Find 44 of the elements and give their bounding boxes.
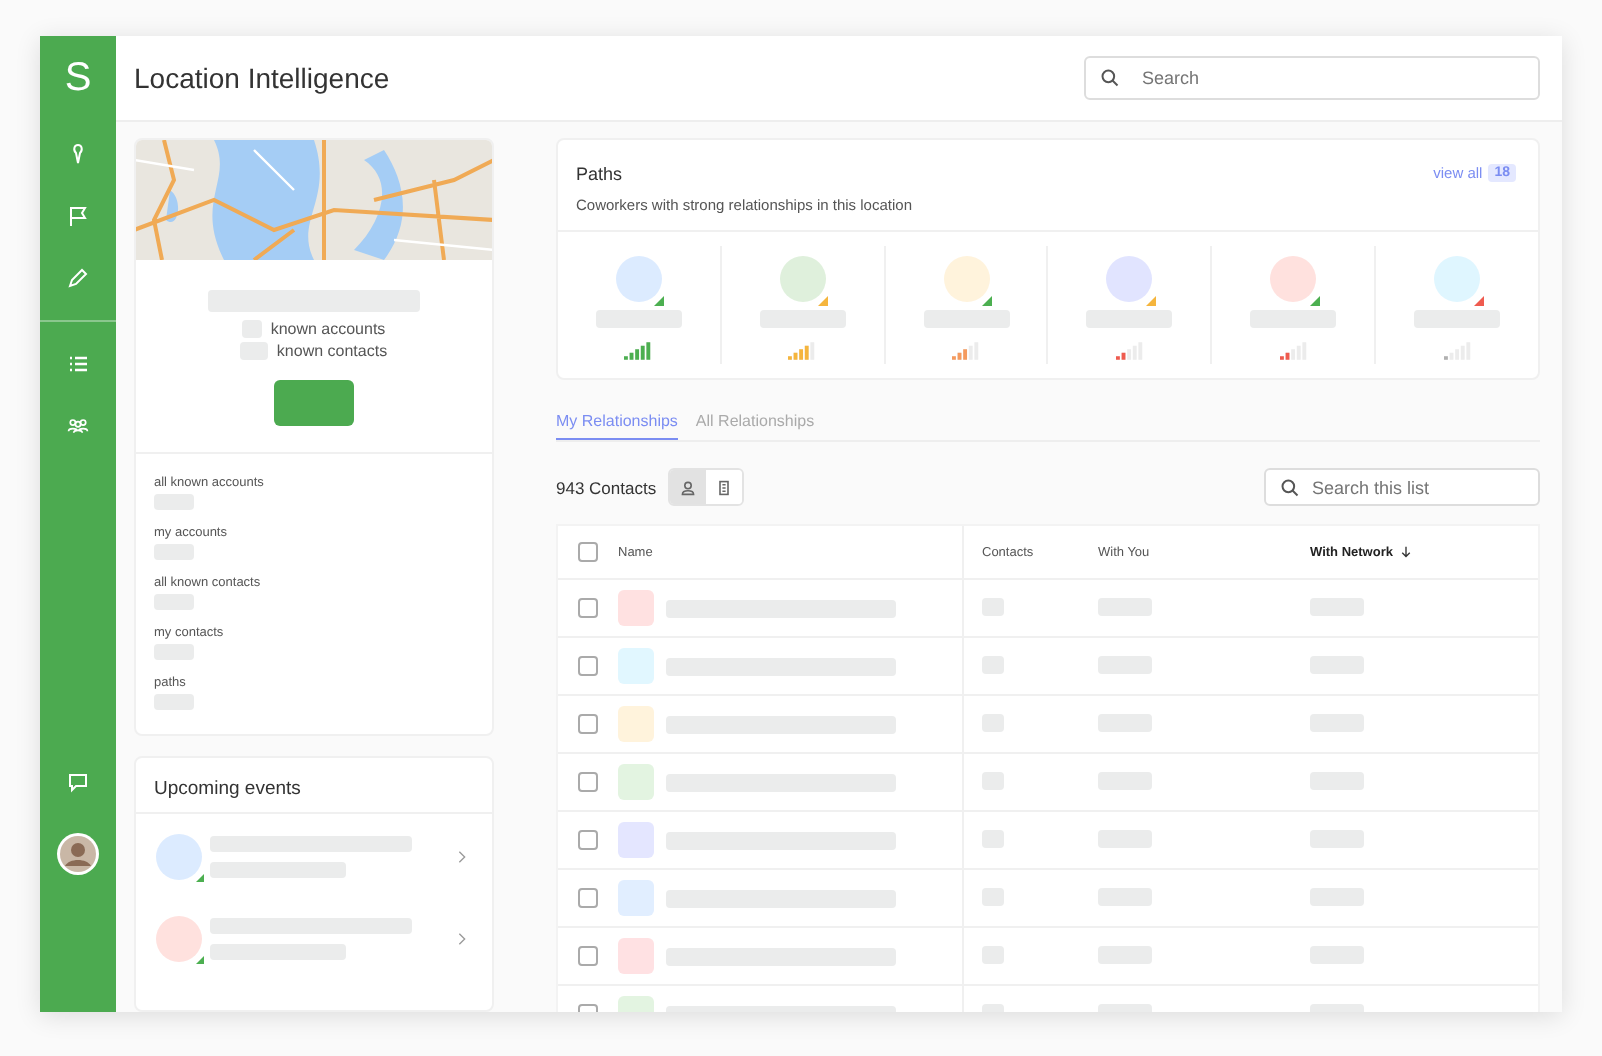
- signal-icon: [788, 342, 817, 360]
- chevron-icon: [458, 932, 466, 946]
- building-view-button[interactable]: [706, 470, 743, 504]
- status-corner-icon: [1473, 296, 1484, 306]
- person-view-button[interactable]: [670, 470, 707, 504]
- status-corner-icon: [1145, 296, 1156, 306]
- checkbox[interactable]: [578, 714, 598, 734]
- checkbox[interactable]: [578, 598, 598, 618]
- list-search-field[interactable]: Search this list: [1264, 468, 1540, 506]
- checkbox[interactable]: [578, 830, 598, 850]
- known-accounts-label: known accounts: [270, 320, 386, 338]
- sort-arrow-icon: [1400, 546, 1413, 558]
- contacts-count: 943 Contacts: [556, 477, 657, 497]
- signal-icon: [1279, 342, 1308, 360]
- signal-icon: [1443, 342, 1472, 360]
- signal-icon: [952, 342, 981, 360]
- search-field[interactable]: Search: [1084, 56, 1540, 100]
- people-icon[interactable]: [66, 414, 90, 438]
- paths-title: Paths: [576, 164, 625, 184]
- known-contacts-label: known contacts: [276, 342, 388, 360]
- checkbox[interactable]: [578, 772, 598, 792]
- chat-icon[interactable]: [66, 770, 90, 794]
- chevron-icon: [458, 850, 466, 864]
- logo: S: [64, 56, 92, 100]
- user-avatar[interactable]: [56, 832, 100, 876]
- checkbox[interactable]: [578, 542, 598, 562]
- signal-icon: [1115, 342, 1144, 360]
- search-icon: [1280, 477, 1300, 497]
- person-icon: [680, 479, 697, 495]
- page-title: Location Intelligence: [134, 62, 392, 94]
- status-corner-icon: [982, 296, 993, 306]
- building-icon: [716, 479, 733, 495]
- signal-icon: [624, 342, 653, 360]
- status-corner-icon: [1309, 296, 1320, 306]
- checkbox[interactable]: [578, 888, 598, 908]
- flag-icon[interactable]: [66, 204, 90, 228]
- status-corner-icon: [818, 296, 829, 306]
- search-icon: [1100, 68, 1120, 88]
- events-title: Upcoming events: [136, 758, 492, 814]
- checkbox[interactable]: [578, 946, 598, 966]
- checkbox[interactable]: [578, 656, 598, 676]
- status-corner-icon: [654, 296, 665, 306]
- list-icon[interactable]: [66, 352, 90, 376]
- pencil-icon[interactable]: [66, 266, 90, 290]
